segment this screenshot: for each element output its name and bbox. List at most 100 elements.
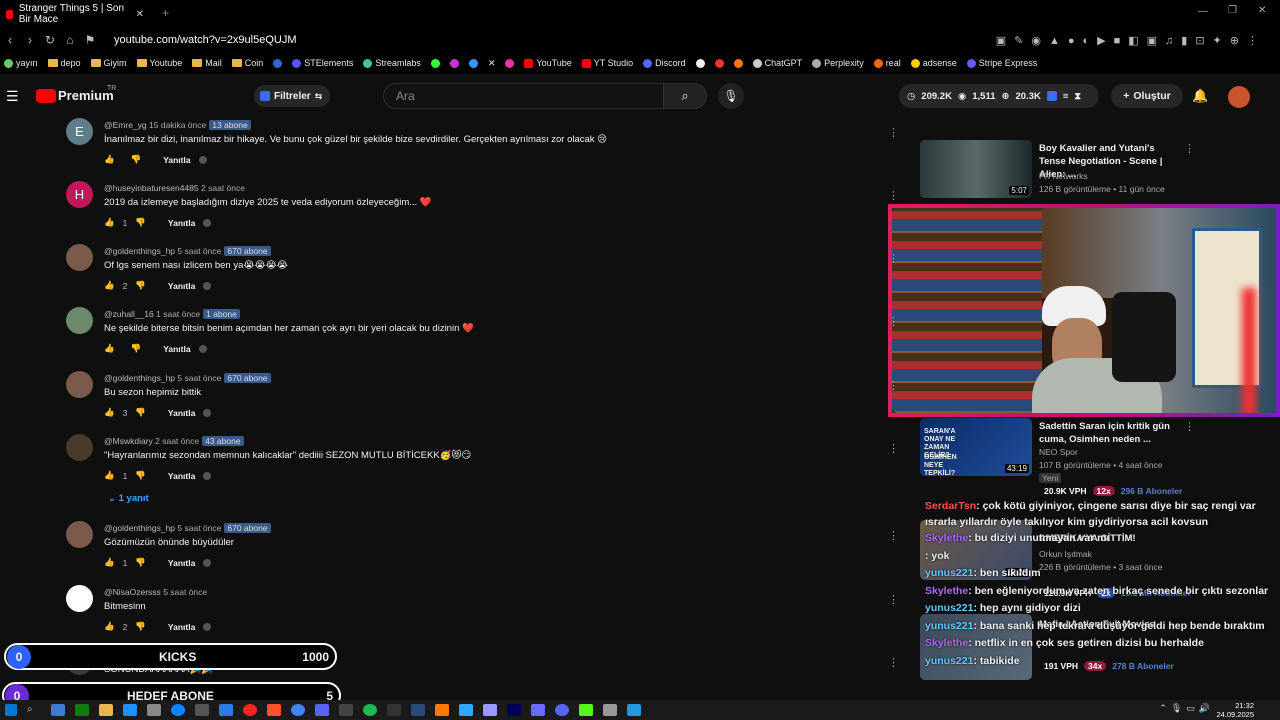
- chrome-icon[interactable]: [291, 704, 305, 716]
- chat-username[interactable]: Skylethe: [925, 637, 968, 649]
- bookmark-item[interactable]: adsense: [910, 58, 957, 68]
- like-icon[interactable]: 👍: [104, 280, 115, 291]
- comment-more-icon[interactable]: ⋮: [888, 315, 899, 328]
- like-icon[interactable]: 👍: [104, 470, 115, 481]
- comment-author[interactable]: @goldenthings_hp: [104, 373, 175, 383]
- dislike-icon[interactable]: 👎: [135, 621, 146, 632]
- folder-icon[interactable]: [99, 704, 113, 716]
- comment-author[interactable]: @Emre_yg: [104, 120, 147, 130]
- steam-icon[interactable]: [411, 704, 425, 716]
- chat-username[interactable]: SerdarTsn: [925, 500, 976, 512]
- bookmark-item[interactable]: [505, 58, 515, 68]
- start-icon[interactable]: [5, 704, 17, 716]
- bookmark-item[interactable]: [273, 58, 283, 68]
- comment-more-icon[interactable]: ⋮: [888, 126, 899, 139]
- voice-search-button[interactable]: 🎙: [718, 83, 744, 109]
- system-clock[interactable]: 21:32 24.09.2025: [1216, 701, 1254, 719]
- taskbar-app-icon[interactable]: [627, 704, 641, 716]
- brave-icon[interactable]: [267, 704, 281, 716]
- reply-button[interactable]: Yanıtla: [163, 155, 190, 165]
- comment-time[interactable]: 1 saat önce: [156, 309, 200, 319]
- bookmark-item[interactable]: [430, 58, 440, 68]
- dislike-icon[interactable]: 👎: [135, 217, 146, 228]
- bookmark-item[interactable]: depo: [47, 58, 81, 68]
- taskbar-app-icon[interactable]: [123, 704, 137, 716]
- channel-stats[interactable]: ◷ 209.2K ◉ 1,511 ⊕ 20.3K ≡ ⧗: [899, 84, 1099, 108]
- bookmark-item[interactable]: Mail: [192, 58, 222, 68]
- comment-more-icon[interactable]: ⋮: [888, 442, 899, 455]
- like-icon[interactable]: 👍: [104, 154, 115, 165]
- bookmark-item[interactable]: [468, 58, 478, 68]
- kick-icon[interactable]: [579, 704, 593, 716]
- audition-icon[interactable]: [507, 704, 521, 716]
- video-thumbnail[interactable]: 5:07: [920, 140, 1032, 198]
- reply-button[interactable]: Yanıtla: [163, 344, 190, 354]
- taskbar-app-icon[interactable]: [195, 704, 209, 716]
- avatar[interactable]: [66, 434, 93, 461]
- taskbar-app-icon[interactable]: [147, 704, 161, 716]
- search-icon[interactable]: ⌕: [27, 704, 41, 716]
- comment-time[interactable]: 5 saat önce: [177, 523, 221, 533]
- back-icon[interactable]: ‹: [0, 33, 20, 47]
- tray-icons[interactable]: ⌃🎙▭🔊: [1159, 703, 1214, 714]
- scrollbar[interactable]: [1271, 112, 1279, 692]
- chat-username[interactable]: yunus221: [925, 620, 973, 632]
- like-icon[interactable]: 👍: [104, 217, 115, 228]
- taskbar-app-icon[interactable]: [531, 704, 545, 716]
- comment-author[interactable]: @NisaOzersss: [104, 587, 161, 597]
- creator-heart-icon[interactable]: [203, 218, 212, 227]
- url-field[interactable]: youtube.com/watch?v=2x9ul5eQUJM: [114, 34, 297, 46]
- browser-tab[interactable]: Stranger Things 5 | Son Bir Mace ✕: [0, 2, 150, 26]
- dislike-icon[interactable]: 👎: [135, 280, 146, 291]
- filters-button[interactable]: Filtreler ⇆: [254, 85, 330, 107]
- dislike-icon[interactable]: 👎: [135, 557, 146, 568]
- taskbar-app-icon[interactable]: [219, 704, 233, 716]
- dislike-icon[interactable]: 👎: [135, 407, 146, 418]
- bookmark-item[interactable]: Youtube: [136, 58, 182, 68]
- taskbar-app-icon[interactable]: [51, 704, 65, 716]
- avatar[interactable]: [66, 585, 93, 612]
- maximize-icon[interactable]: ❐: [1228, 5, 1237, 16]
- comment-author[interactable]: @huseyinbaturesen4485: [104, 183, 199, 193]
- dislike-icon[interactable]: 👎: [131, 154, 142, 165]
- menu-icon[interactable]: ☰: [6, 88, 19, 105]
- premiere-icon[interactable]: [483, 704, 497, 716]
- bookmark-item[interactable]: Streamlabs: [363, 58, 421, 68]
- avatar[interactable]: [66, 371, 93, 398]
- chat-username[interactable]: Skylethe: [925, 585, 968, 597]
- like-icon[interactable]: 👍: [104, 557, 115, 568]
- new-tab-icon[interactable]: +: [162, 6, 169, 20]
- chat-username[interactable]: yunus221: [925, 602, 973, 614]
- comment-time[interactable]: 5 saat önce: [177, 246, 221, 256]
- taskbar-app-icon[interactable]: [555, 704, 569, 716]
- comment-author[interactable]: @goldenthings_hp: [104, 246, 175, 256]
- close-window-icon[interactable]: ✕: [1258, 5, 1266, 16]
- minimize-icon[interactable]: —: [1198, 6, 1208, 17]
- creator-heart-icon[interactable]: [203, 558, 212, 567]
- reply-button[interactable]: Yanıtla: [168, 622, 195, 632]
- photoshop-icon[interactable]: [459, 704, 473, 716]
- bookmark-icon[interactable]: ⚑: [80, 33, 100, 47]
- opera-icon[interactable]: [243, 704, 257, 716]
- bookmark-item[interactable]: [733, 58, 743, 68]
- comment-more-icon[interactable]: ⋮: [888, 656, 899, 669]
- video-title[interactable]: Sadettin Saran için kritik gün cuma, Osi…: [1039, 420, 1174, 446]
- avatar[interactable]: [66, 244, 93, 271]
- chat-username[interactable]: yunus221: [925, 655, 973, 667]
- comment-more-icon[interactable]: ⋮: [888, 189, 899, 202]
- video-thumbnail[interactable]: SARAN'A ONAY NE ZAMAN GELİR? OSİMHEN NEY…: [920, 418, 1032, 477]
- bookmark-item[interactable]: Giyim: [90, 58, 127, 68]
- creator-heart-icon[interactable]: [203, 408, 212, 417]
- comment-author[interactable]: @Mswkdiary: [104, 436, 153, 446]
- avatar[interactable]: [1228, 86, 1250, 108]
- comment-more-icon[interactable]: ⋮: [888, 379, 899, 392]
- forward-icon[interactable]: ›: [20, 33, 40, 47]
- creator-heart-icon[interactable]: [203, 622, 212, 631]
- taskbar-app-icon[interactable]: [603, 704, 617, 716]
- home-icon[interactable]: ⌂: [60, 33, 80, 47]
- bookmark-item[interactable]: ✕: [488, 58, 496, 69]
- reply-button[interactable]: Yanıtla: [168, 558, 195, 568]
- bookmark-item[interactable]: Perplexity: [812, 58, 864, 68]
- bookmark-item[interactable]: Stripe Express: [966, 58, 1037, 68]
- avatar[interactable]: [66, 521, 93, 548]
